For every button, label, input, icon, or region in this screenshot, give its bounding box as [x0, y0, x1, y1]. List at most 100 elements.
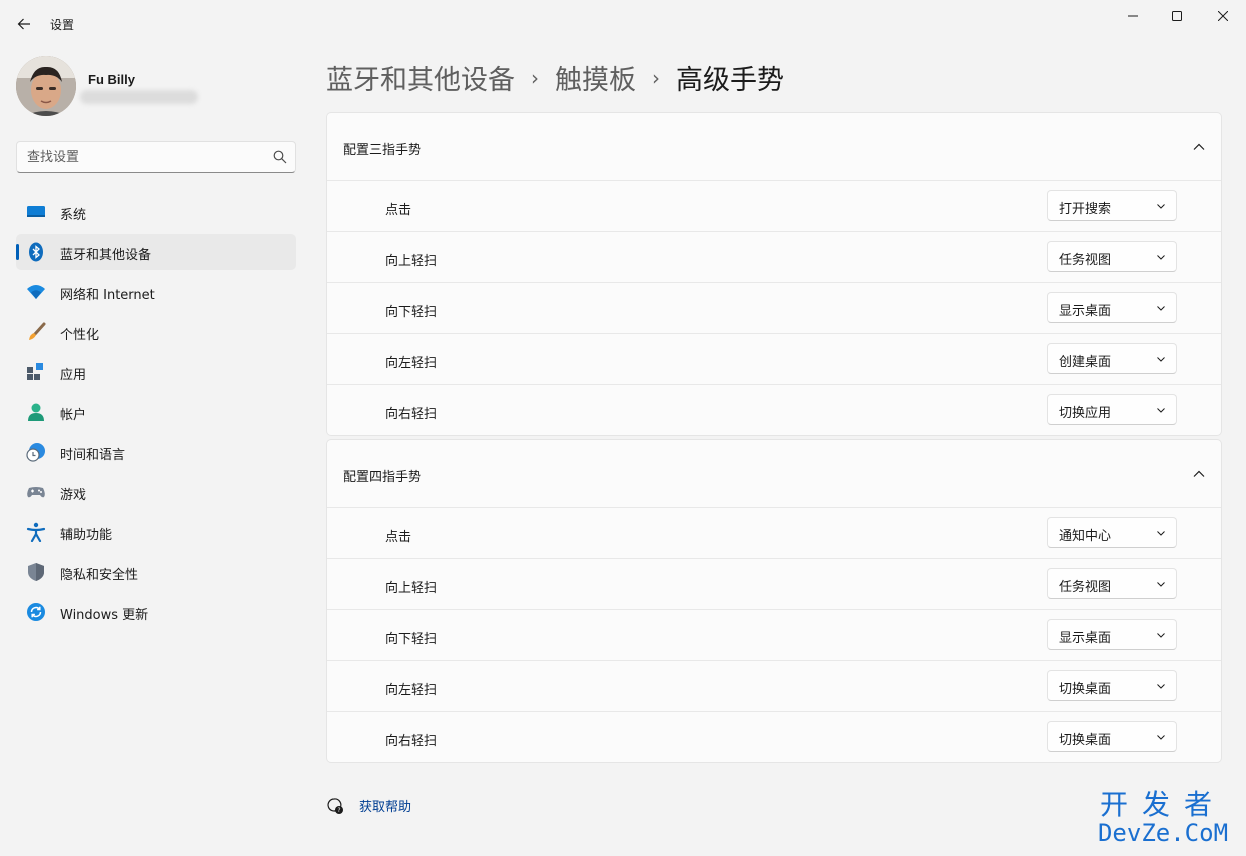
breadcrumb-bluetooth[interactable]: 蓝牙和其他设备 — [326, 58, 515, 97]
dropdown-value: 任务视图 — [1059, 253, 1112, 268]
section-title: 配置三指手势 — [343, 143, 422, 158]
close-button[interactable] — [1200, 0, 1246, 32]
title-bar: 设置 — [0, 0, 1246, 46]
gesture-dropdown[interactable]: 切换桌面 — [1047, 670, 1177, 701]
get-help[interactable]: ? 获取帮助 — [326, 796, 411, 815]
update-icon — [27, 603, 45, 621]
sidebar-item-accounts[interactable]: 帐户 — [16, 394, 296, 430]
sidebar-item-label: 个性化 — [60, 328, 100, 343]
user-email-blurred — [80, 90, 198, 104]
sidebar-item-label: Windows 更新 — [60, 608, 149, 623]
sidebar-item-label: 帐户 — [60, 408, 87, 423]
sidebar-item-apps[interactable]: 应用 — [16, 354, 296, 390]
sidebar-item-accessibility[interactable]: 辅助功能 — [16, 514, 296, 550]
dropdown-value: 切换应用 — [1059, 406, 1112, 421]
gesture-label: 向左轻扫 — [385, 356, 438, 371]
chevron-down-icon — [1157, 684, 1165, 689]
search-input[interactable] — [17, 142, 265, 172]
gesture-dropdown[interactable]: 任务视图 — [1047, 241, 1177, 272]
gesture-dropdown[interactable]: 通知中心 — [1047, 517, 1177, 548]
sidebar-item-privacy[interactable]: 隐私和安全性 — [16, 554, 296, 590]
sidebar-item-label: 辅助功能 — [60, 528, 113, 543]
gesture-dropdown[interactable]: 创建桌面 — [1047, 343, 1177, 374]
chevron-up-icon[interactable] — [1191, 466, 1207, 482]
gesture-label: 向右轻扫 — [385, 407, 438, 422]
gesture-row: 向下轻扫 显示桌面 — [327, 610, 1221, 661]
breadcrumb-separator: › — [531, 65, 539, 90]
gesture-label: 向下轻扫 — [385, 632, 438, 647]
three-finger-gestures-section: 配置三指手势 点击 打开搜索 向上轻扫 任务视图 向下轻扫 显示桌面 向左轻扫 … — [326, 112, 1222, 436]
sidebar-item-label: 时间和语言 — [60, 448, 126, 463]
chevron-down-icon — [1157, 255, 1165, 260]
sidebar-item-gaming[interactable]: 游戏 — [16, 474, 296, 510]
chevron-down-icon — [1157, 204, 1165, 209]
search-icon[interactable] — [273, 150, 287, 164]
breadcrumb-separator: › — [652, 65, 660, 90]
dropdown-value: 打开搜索 — [1059, 202, 1112, 217]
dropdown-value: 显示桌面 — [1059, 631, 1112, 646]
chevron-down-icon — [1157, 357, 1165, 362]
minimize-button[interactable] — [1110, 0, 1156, 32]
gesture-dropdown[interactable]: 显示桌面 — [1047, 619, 1177, 650]
back-arrow-icon — [17, 18, 30, 30]
monitor-icon — [27, 206, 45, 217]
breadcrumb: 蓝牙和其他设备 › 触摸板 › 高级手势 — [326, 58, 784, 97]
gesture-row: 点击 打开搜索 — [327, 181, 1221, 232]
maximize-button[interactable] — [1154, 0, 1200, 32]
chevron-down-icon — [1157, 306, 1165, 311]
sidebar-nav: 系统 蓝牙和其他设备 网络和 Internet 个性化 应用 帐户 时间和语言 … — [16, 194, 296, 634]
gesture-dropdown[interactable]: 切换桌面 — [1047, 721, 1177, 752]
sidebar-item-label: 隐私和安全性 — [60, 568, 139, 583]
sidebar-item-label: 游戏 — [60, 488, 87, 503]
shield-icon — [28, 563, 44, 581]
avatar[interactable] — [16, 56, 76, 116]
dropdown-value: 任务视图 — [1059, 580, 1112, 595]
gesture-label: 点击 — [385, 530, 412, 545]
dropdown-value: 切换桌面 — [1059, 682, 1112, 697]
gesture-label: 向上轻扫 — [385, 254, 438, 269]
get-help-link[interactable]: 获取帮助 — [359, 796, 411, 815]
sidebar-item-network[interactable]: 网络和 Internet — [16, 274, 296, 310]
globe-clock-icon — [26, 443, 45, 462]
watermark-line1: 开发者 — [1099, 788, 1226, 821]
section-title: 配置四指手势 — [343, 470, 422, 485]
maximize-icon — [1172, 11, 1182, 21]
sidebar-item-label: 网络和 Internet — [60, 288, 155, 303]
gesture-label: 向下轻扫 — [385, 305, 438, 320]
sidebar-item-time-language[interactable]: 时间和语言 — [16, 434, 296, 470]
watermark-line2: DevZe.CoM — [1097, 819, 1229, 847]
breadcrumb-touchpad[interactable]: 触摸板 — [555, 58, 636, 97]
search-box — [16, 141, 296, 173]
sidebar-item-bluetooth[interactable]: 蓝牙和其他设备 — [16, 234, 296, 270]
chevron-down-icon — [1157, 408, 1165, 413]
gesture-label: 点击 — [385, 203, 412, 218]
user-name: Fu Billy — [88, 72, 135, 87]
section-header[interactable]: 配置四指手势 — [327, 440, 1221, 508]
gesture-label: 向右轻扫 — [385, 734, 438, 749]
brush-icon — [29, 322, 46, 340]
svg-text:?: ? — [337, 807, 340, 814]
gesture-row: 向右轻扫 切换应用 — [327, 385, 1221, 436]
gesture-dropdown[interactable]: 打开搜索 — [1047, 190, 1177, 221]
gesture-label: 向上轻扫 — [385, 581, 438, 596]
chevron-down-icon — [1157, 735, 1165, 740]
gesture-row: 向下轻扫 显示桌面 — [327, 283, 1221, 334]
sidebar-item-windows-update[interactable]: Windows 更新 — [16, 594, 296, 630]
gesture-row: 向右轻扫 切换桌面 — [327, 712, 1221, 763]
sidebar-item-personalization[interactable]: 个性化 — [16, 314, 296, 350]
app-title: 设置 — [50, 18, 75, 32]
gesture-row: 向上轻扫 任务视图 — [327, 559, 1221, 610]
gamepad-icon — [27, 487, 45, 498]
gesture-dropdown[interactable]: 任务视图 — [1047, 568, 1177, 599]
chevron-up-icon[interactable] — [1191, 139, 1207, 155]
gesture-dropdown[interactable]: 切换应用 — [1047, 394, 1177, 425]
section-header[interactable]: 配置三指手势 — [327, 113, 1221, 181]
watermark: 开发者 DevZe.CoM — [1088, 788, 1238, 847]
back-button[interactable] — [10, 10, 38, 38]
page-title: 高级手势 — [676, 65, 784, 96]
chevron-down-icon — [1157, 582, 1165, 587]
gesture-dropdown[interactable]: 显示桌面 — [1047, 292, 1177, 323]
sidebar-item-system[interactable]: 系统 — [16, 194, 296, 230]
wifi-icon — [27, 285, 45, 299]
chevron-down-icon — [1157, 633, 1165, 638]
